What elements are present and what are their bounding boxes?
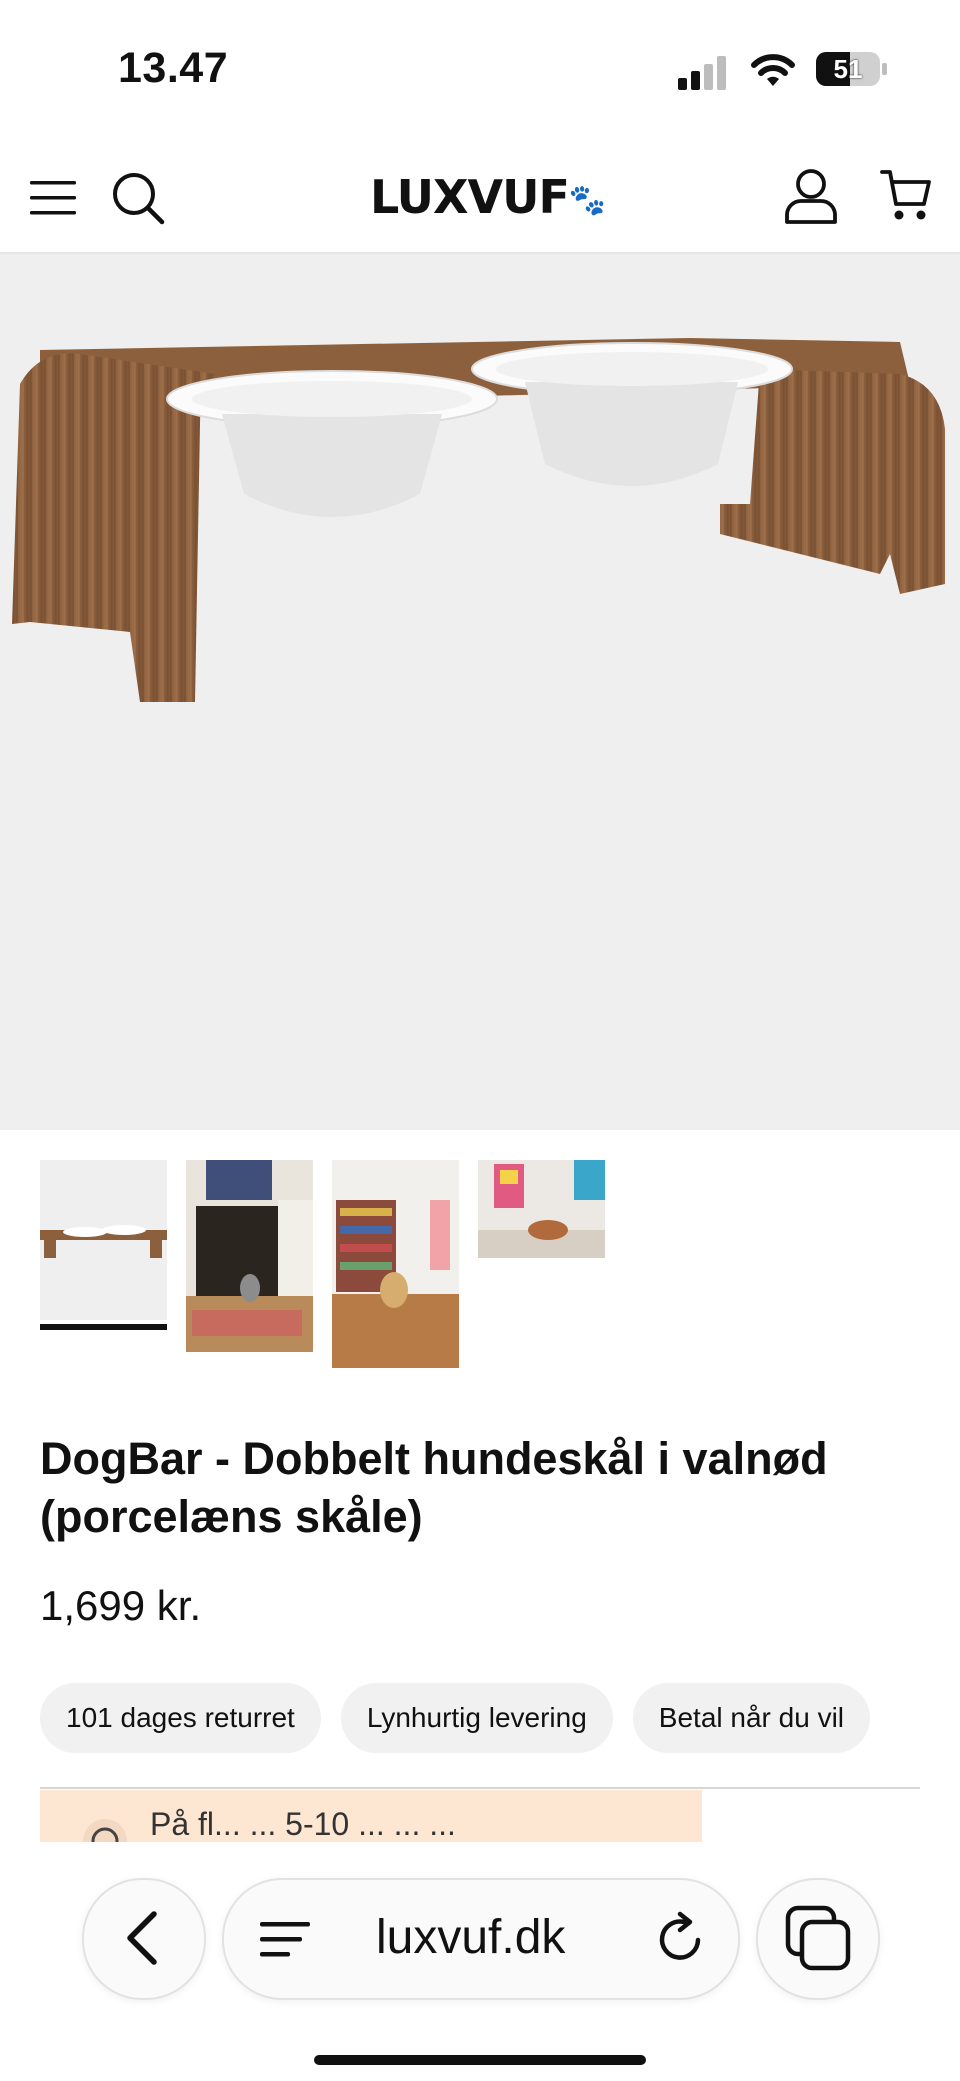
dog-bowl-stand-image bbox=[12, 338, 945, 702]
site-logo[interactable]: LUXVUF🐾 bbox=[370, 170, 606, 224]
tabs-button[interactable] bbox=[756, 1878, 880, 2000]
chevron-left-icon bbox=[127, 1911, 157, 1965]
product-title: DogBar - Dobbelt hundeskål i valnød (por… bbox=[40, 1433, 828, 1542]
logo-text: LUXVUF bbox=[370, 170, 570, 224]
status-time: 13.47 bbox=[118, 44, 229, 92]
benefit-chips: 101 dages returret Lynhurtig levering Be… bbox=[40, 1683, 871, 1753]
product-thumbnail-2[interactable] bbox=[186, 1160, 313, 1352]
cellular-signal-icon bbox=[678, 56, 726, 90]
delivery-notice: På fl... ... 5-10 ... ... ... bbox=[40, 1790, 702, 1842]
home-indicator bbox=[314, 2055, 646, 2065]
battery-level: 51 bbox=[833, 54, 863, 84]
cart-icon[interactable] bbox=[880, 168, 932, 224]
page-menu-icon[interactable] bbox=[260, 1920, 312, 1958]
paw-icon: 🐾 bbox=[568, 183, 606, 218]
product-thumbnail-1[interactable] bbox=[40, 1160, 167, 1320]
battery-icon: 51 bbox=[816, 52, 888, 86]
tabs-icon bbox=[785, 1905, 851, 1971]
site-header: LUXVUF🐾 bbox=[0, 140, 960, 254]
back-button[interactable] bbox=[82, 1878, 206, 2000]
status-bar: 13.47 51 bbox=[0, 0, 960, 140]
wifi-icon bbox=[751, 54, 795, 86]
product-hero-image[interactable] bbox=[0, 254, 960, 1130]
account-icon[interactable] bbox=[784, 168, 838, 224]
product-thumbnail-3[interactable] bbox=[332, 1160, 459, 1368]
thumbnail-image bbox=[332, 1160, 459, 1368]
thumbnail-image bbox=[478, 1160, 605, 1258]
product-price: 1,699 kr. bbox=[40, 1582, 202, 1629]
reload-icon[interactable] bbox=[654, 1910, 710, 1966]
thumbnail-image bbox=[40, 1225, 167, 1258]
browser-toolbar: luxvuf.dk bbox=[0, 1842, 960, 2081]
active-thumbnail-indicator bbox=[40, 1324, 167, 1330]
chip-pay-later[interactable]: Betal når du vil bbox=[632, 1683, 871, 1753]
url-text[interactable]: luxvuf.dk bbox=[376, 1910, 565, 1965]
product-thumbnail-4[interactable] bbox=[478, 1160, 605, 1258]
clock-icon bbox=[83, 1819, 127, 1842]
chip-return-policy[interactable]: 101 dages returret bbox=[40, 1683, 321, 1753]
divider bbox=[40, 1787, 920, 1789]
menu-icon[interactable] bbox=[28, 178, 78, 218]
chip-fast-delivery[interactable]: Lynhurtig levering bbox=[340, 1683, 613, 1753]
delivery-notice-text: På fl... ... 5-10 ... ... ... bbox=[150, 1806, 456, 1842]
search-icon[interactable] bbox=[110, 170, 166, 226]
thumbnail-image bbox=[186, 1160, 313, 1352]
